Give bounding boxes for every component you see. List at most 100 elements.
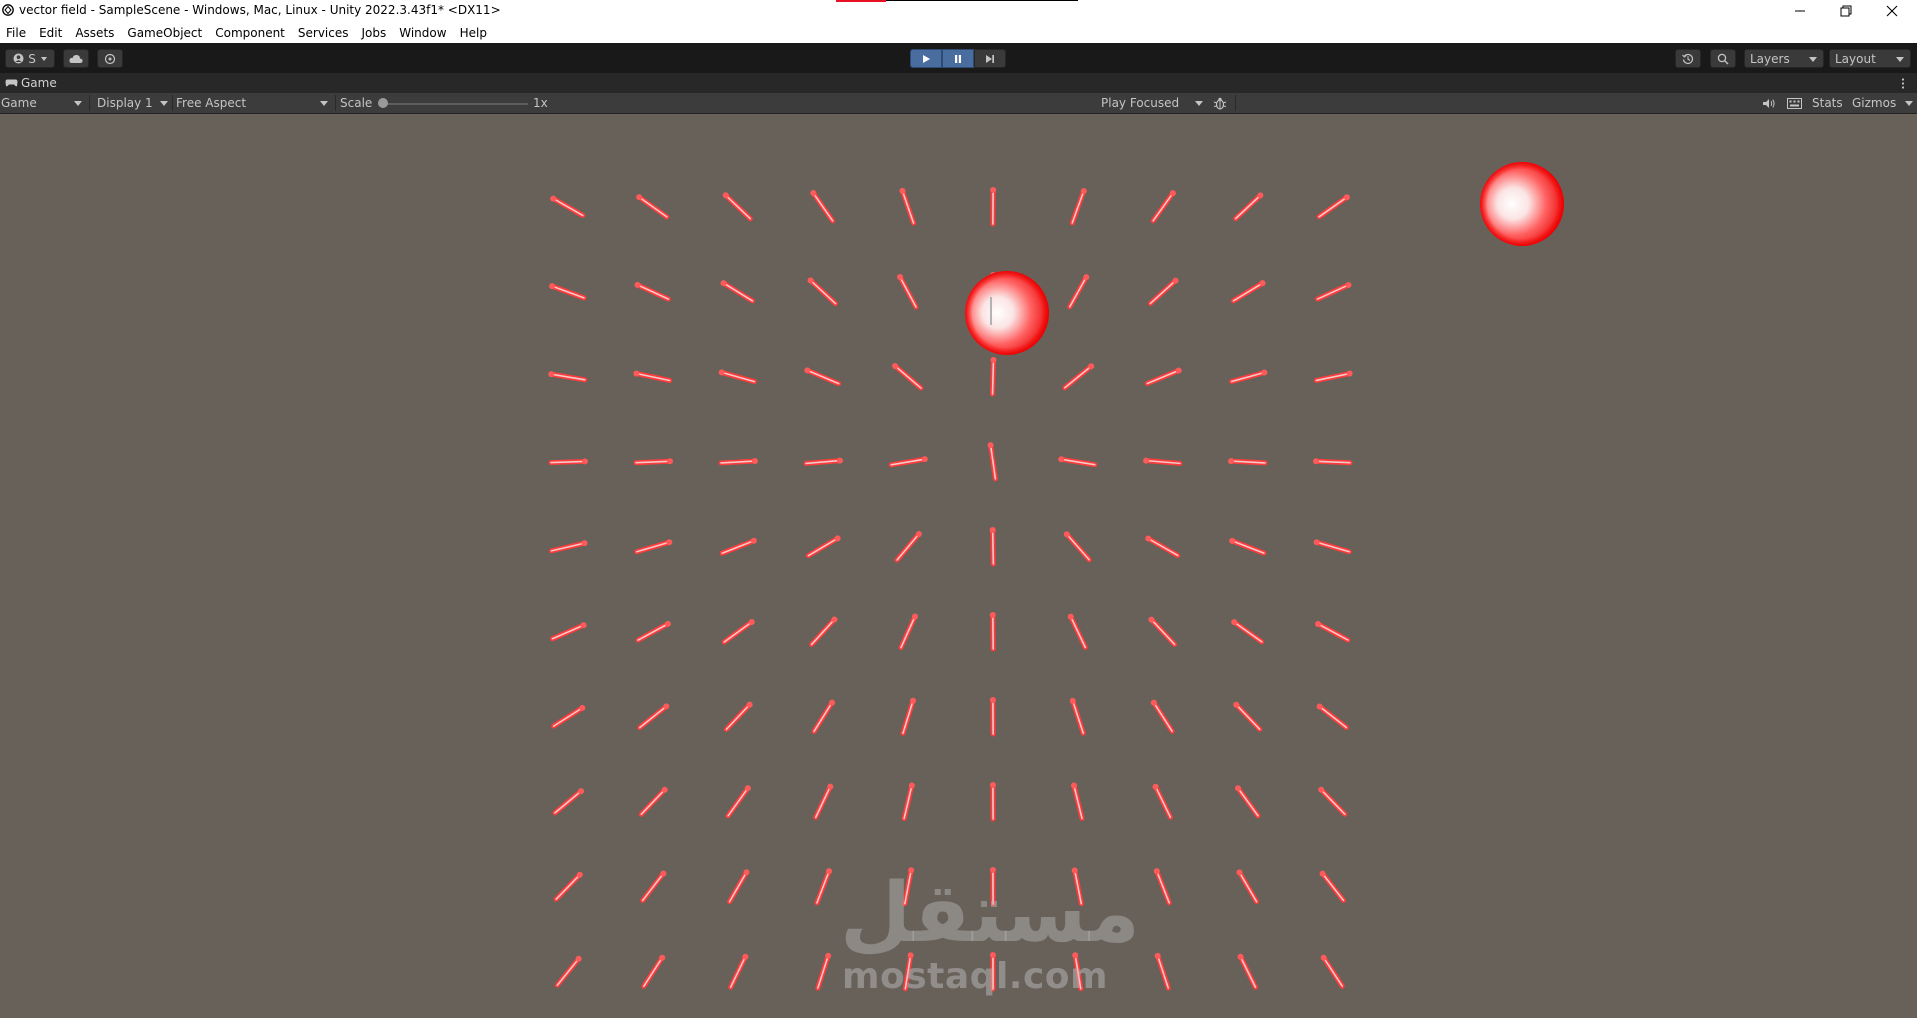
- layers-caret-icon: [1809, 57, 1817, 62]
- layout-dropdown[interactable]: Layout: [1829, 49, 1911, 68]
- search-icon: [1717, 53, 1729, 64]
- gizmos-caret-icon: [1905, 101, 1913, 106]
- vector-arrow: [814, 868, 833, 906]
- aspect-dropdown[interactable]: Free Aspect: [175, 93, 332, 113]
- history-button[interactable]: [1675, 49, 1701, 68]
- play-icon: [923, 54, 930, 63]
- menu-window[interactable]: Window: [393, 26, 453, 40]
- unity-logo-icon: [2, 4, 14, 16]
- vector-arrow: [892, 362, 924, 391]
- speaker-icon[interactable]: [1762, 98, 1776, 109]
- step-icon: [986, 54, 994, 63]
- play-mode-dropdown[interactable]: Play Focused: [1100, 93, 1206, 113]
- game-viewport[interactable]: مستقل mostaql.com: [0, 114, 1917, 1018]
- vector-arrow: [722, 192, 753, 222]
- menu-file[interactable]: File: [0, 26, 33, 40]
- view-mode-label: Game: [1, 96, 37, 110]
- vector-arrow: [720, 280, 755, 304]
- vector-arrow: [1313, 370, 1353, 383]
- scale-slider[interactable]: [378, 98, 528, 110]
- vector-arrow: [727, 869, 750, 905]
- vector-arrow: [810, 190, 836, 224]
- menu-gameobject[interactable]: GameObject: [121, 26, 209, 40]
- vector-arrow: [634, 281, 671, 302]
- cloud-icon: [69, 54, 83, 63]
- scale-slider-thumb[interactable]: [378, 98, 388, 108]
- menu-services[interactable]: Services: [292, 26, 356, 40]
- vector-arrow: [728, 953, 749, 990]
- menu-help[interactable]: Help: [454, 26, 494, 40]
- divider: [335, 95, 336, 111]
- gizmos-label: Gizmos: [1852, 96, 1897, 110]
- cloud-button[interactable]: [63, 49, 89, 68]
- search-button[interactable]: [1710, 49, 1736, 68]
- menu-component[interactable]: Component: [209, 26, 292, 40]
- vector-arrow: [548, 540, 588, 554]
- vector-arrow: [1320, 954, 1345, 989]
- step-button[interactable]: [974, 49, 1006, 68]
- vector-arrow: [640, 870, 667, 903]
- vector-arrow: [803, 457, 843, 466]
- vector-arrow: [807, 277, 838, 307]
- vector-arrow: [1150, 190, 1176, 224]
- vector-arrow: [1233, 192, 1264, 222]
- vector-arrow: [1152, 783, 1173, 820]
- vector-arrow: [1231, 619, 1265, 645]
- close-button[interactable]: [1870, 0, 1914, 22]
- pause-button[interactable]: [942, 49, 974, 68]
- moving-sphere[interactable]: [1480, 162, 1564, 246]
- game-controller-icon: [5, 79, 18, 87]
- vector-arrow: [1315, 281, 1352, 302]
- layers-label: Layers: [1750, 51, 1790, 66]
- scale-label: Scale: [340, 96, 373, 110]
- menu-assets[interactable]: Assets: [69, 26, 121, 40]
- vector-arrow: [550, 195, 586, 218]
- game-tab[interactable]: Game: [21, 76, 57, 90]
- layers-dropdown[interactable]: Layers: [1744, 49, 1824, 68]
- vector-arrow: [990, 187, 997, 227]
- vector-arrow: [1235, 785, 1261, 819]
- bug-icon[interactable]: [1213, 97, 1227, 110]
- watermark-logo-arabic: مستقل: [840, 866, 1140, 961]
- display-caret-icon: [160, 101, 168, 106]
- vector-arrow: [1233, 701, 1263, 732]
- tab-menu-icon[interactable]: [1901, 78, 1905, 89]
- account-dropdown-caret: [40, 56, 47, 61]
- menu-edit[interactable]: Edit: [33, 26, 69, 40]
- keyboard-icon[interactable]: [1787, 98, 1802, 109]
- attractor-sphere[interactable]: [965, 271, 1049, 355]
- account-icon: [13, 53, 24, 64]
- play-mode-caret-icon: [1195, 101, 1203, 106]
- account-label: S: [28, 51, 36, 66]
- gizmos-dropdown[interactable]: Gizmos: [1850, 93, 1917, 113]
- menu-jobs[interactable]: Jobs: [356, 26, 394, 40]
- minimize-button[interactable]: [1778, 0, 1822, 22]
- vector-arrow: [1070, 782, 1085, 822]
- stats-toggle[interactable]: Stats: [1812, 96, 1843, 110]
- vector-arrow: [894, 530, 922, 563]
- window-title: vector field - SampleScene - Windows, Ma…: [19, 3, 501, 17]
- vector-arrow: [1069, 188, 1087, 226]
- display-dropdown[interactable]: Display 1: [92, 93, 170, 113]
- vector-arrow: [1145, 535, 1181, 558]
- vector-arrow: [1153, 868, 1172, 906]
- aspect-caret-icon: [320, 101, 328, 106]
- collab-button[interactable]: [97, 49, 123, 68]
- vector-arrow: [1313, 539, 1352, 555]
- vector-arrow: [1316, 703, 1349, 731]
- game-tab-bar: Game: [0, 73, 1917, 93]
- divider: [1235, 95, 1236, 111]
- vector-arrow: [1236, 869, 1260, 905]
- play-button[interactable]: [910, 49, 942, 68]
- view-mode-dropdown[interactable]: Game: [0, 93, 85, 113]
- vector-arrow: [809, 616, 838, 648]
- vector-arrow: [641, 954, 666, 989]
- vector-arrow: [1069, 697, 1086, 736]
- vector-arrow: [897, 273, 919, 310]
- restore-button[interactable]: [1824, 0, 1868, 22]
- title-accent-line: [886, 0, 1078, 1]
- account-button[interactable]: S: [5, 49, 55, 68]
- view-mode-caret-icon: [74, 101, 82, 106]
- vector-arrow: [718, 458, 758, 466]
- aspect-label: Free Aspect: [176, 96, 247, 110]
